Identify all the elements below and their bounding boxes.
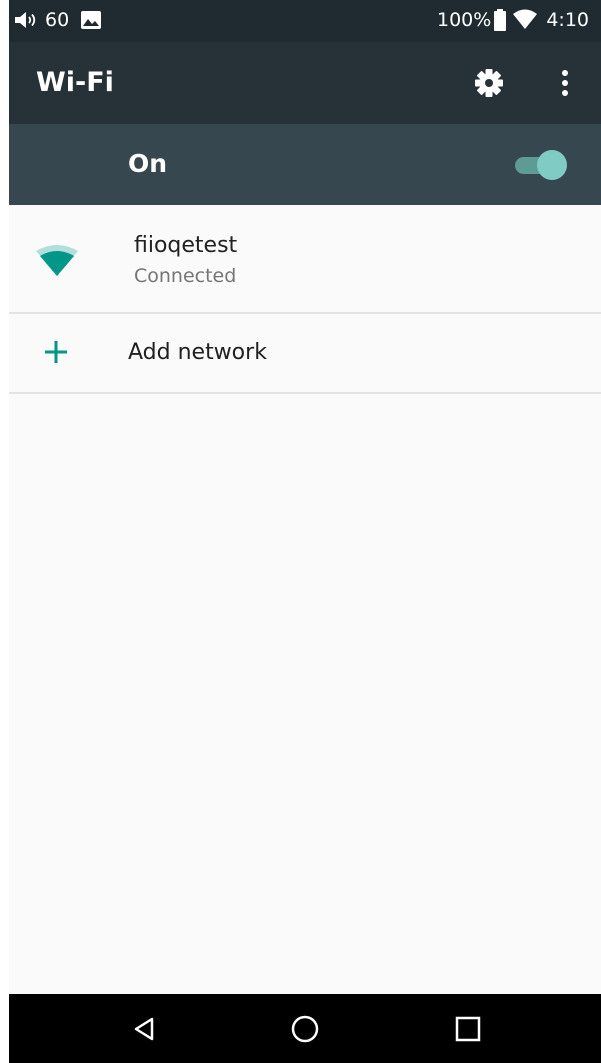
wifi-master-switch-bar[interactable]: On — [9, 124, 601, 205]
network-status: Connected — [134, 265, 237, 287]
navigation-bar — [9, 994, 601, 1063]
home-icon — [291, 1015, 319, 1043]
battery-icon — [494, 9, 507, 31]
overflow-menu-button[interactable] — [547, 63, 583, 103]
divider — [9, 392, 601, 394]
plus-icon — [45, 341, 67, 363]
toggle-thumb — [537, 150, 567, 180]
gear-icon — [475, 69, 503, 97]
image-icon — [81, 11, 102, 29]
add-network-label: Add network — [128, 340, 267, 365]
volume-level: 60 — [45, 9, 70, 31]
wifi-toggle[interactable] — [515, 148, 571, 182]
switch-label: On — [128, 149, 168, 178]
battery-percent: 100% — [437, 9, 492, 31]
recents-icon — [455, 1016, 481, 1042]
wifi-status-icon — [513, 9, 538, 29]
clock: 4:10 — [546, 9, 589, 31]
status-left: 60 — [13, 9, 102, 31]
add-network-item[interactable]: Add network — [9, 314, 601, 392]
more-vert-icon — [562, 70, 568, 96]
app-bar: Wi-Fi — [9, 42, 601, 124]
back-button[interactable] — [126, 1011, 162, 1047]
status-right: 100% 4:10 — [437, 9, 589, 31]
home-button[interactable] — [287, 1011, 323, 1047]
settings-button[interactable] — [469, 63, 509, 103]
page-title: Wi-Fi — [36, 67, 114, 98]
recents-button[interactable] — [450, 1011, 486, 1047]
network-name: fiioqetest — [134, 233, 238, 258]
back-icon — [134, 1017, 154, 1041]
volume-icon — [15, 12, 36, 28]
wifi-signal-icon — [36, 245, 78, 276]
screen: 60 100% 4:10 Wi-Fi On fiioqetest Connect… — [9, 0, 601, 1063]
status-bar: 60 100% 4:10 — [9, 0, 601, 42]
network-list-item[interactable]: fiioqetest Connected — [9, 205, 601, 312]
